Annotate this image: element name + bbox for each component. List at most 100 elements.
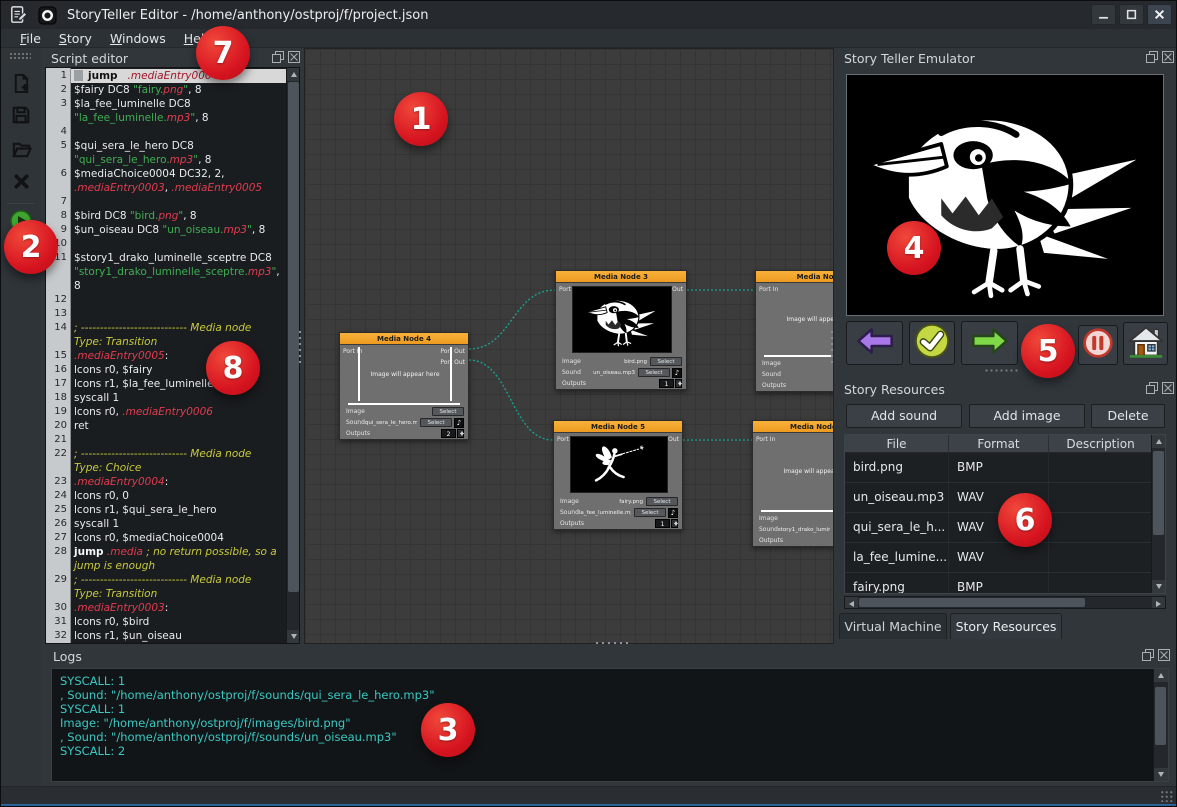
logs-output[interactable]: SYSCALL: 1, Sound: "/home/anthony/ostpro… <box>51 668 1169 782</box>
tab-virtual-machine[interactable]: Virtual Machine <box>839 613 947 639</box>
delete-button[interactable] <box>8 170 34 196</box>
media-node[interactable]: Media Node 3Port InPort OutImagebird.png… <box>555 270 687 390</box>
scroll-down-icon[interactable] <box>287 630 300 643</box>
field-value: un_oiseau.mp3 <box>593 370 635 376</box>
select-button[interactable]: Select <box>638 368 670 377</box>
line-number: 31 <box>46 615 71 629</box>
outputs-spinner[interactable]: 1 <box>659 379 674 388</box>
table-row[interactable]: bird.pngBMP <box>845 453 1165 483</box>
table-hscrollbar[interactable] <box>844 596 1166 609</box>
float-panel-icon[interactable] <box>1142 649 1154 661</box>
log-line: SYSCALL: 1 <box>52 674 1168 688</box>
pause-button[interactable] <box>1078 325 1118 365</box>
code-text: Type: Choice <box>71 461 286 475</box>
toolbar-drag-handle[interactable] <box>9 52 31 60</box>
scroll-left-icon[interactable] <box>845 597 858 608</box>
splitter-script-canvas[interactable] <box>297 329 303 363</box>
story-node-canvas[interactable]: Media Node 4Port InPort OutPort OutImage… <box>304 48 834 644</box>
line-number <box>46 279 71 293</box>
script-editor[interactable]: 1jump .mediaEntry00042$fairy DC8 "fairy.… <box>45 67 300 644</box>
field-label: Outputs <box>762 382 786 389</box>
scroll-up-icon[interactable] <box>1152 435 1166 448</box>
splitter-canvas-right[interactable] <box>829 329 835 363</box>
table-hscrollbar-thumb[interactable] <box>859 598 1085 607</box>
code-text <box>71 307 286 321</box>
float-panel-icon[interactable] <box>1146 382 1158 394</box>
table-scrollbar[interactable] <box>1151 435 1165 593</box>
ok-button[interactable] <box>909 321 955 365</box>
scroll-down-icon[interactable] <box>1152 580 1166 593</box>
select-button[interactable]: Select <box>634 508 666 517</box>
code-text: lcons r1, $un_oiseau <box>71 629 286 643</box>
column-header-file[interactable]: File <box>845 435 949 452</box>
fairy-image <box>574 440 664 490</box>
save-button[interactable] <box>8 104 34 130</box>
sound-field: Soundun_oiseau.mp3Select♪ <box>562 367 682 378</box>
annotation-circle-6: 6 <box>998 493 1052 547</box>
scroll-up-icon[interactable] <box>1154 669 1169 682</box>
scroll-right-icon[interactable] <box>1152 597 1165 608</box>
column-header-format[interactable]: Format <box>949 435 1049 452</box>
forward-button[interactable] <box>961 321 1018 365</box>
add-sound-button[interactable]: Add sound <box>846 404 962 428</box>
sound-preview-icon[interactable]: ♪ <box>454 418 464 428</box>
delete-resource-button[interactable]: Delete <box>1091 404 1165 428</box>
sound-preview-icon[interactable]: ♪ <box>668 508 678 518</box>
table-cell: la_fee_lumine... <box>845 543 949 572</box>
minimize-button[interactable] <box>1091 4 1116 25</box>
code-line: 8 <box>46 279 286 293</box>
scroll-up-icon[interactable] <box>287 68 300 81</box>
scroll-down-icon[interactable] <box>1154 768 1169 781</box>
maximize-button[interactable] <box>1119 4 1144 25</box>
menu-story[interactable]: Story <box>50 29 101 48</box>
logs-scrollbar-thumb[interactable] <box>1155 687 1166 745</box>
code-line: 11$story1_drako_luminelle_sceptre DC8 <box>46 251 286 265</box>
media-node[interactable]: Media NodePort InImage will appear hereI… <box>755 270 834 392</box>
media-node[interactable]: Media Node 6Port InImage will appear her… <box>752 420 834 547</box>
select-button[interactable]: Select <box>650 357 682 366</box>
table-row[interactable]: la_fee_lumine...WAV <box>845 543 1165 573</box>
home-button[interactable] <box>1123 322 1168 365</box>
spinner-arrows-icon[interactable] <box>675 379 682 388</box>
spinner-arrows-icon[interactable] <box>671 519 678 528</box>
close-panel-icon[interactable] <box>288 51 300 63</box>
close-button[interactable] <box>1147 4 1172 25</box>
menu-windows[interactable]: Windows <box>101 29 175 48</box>
select-button[interactable]: Select <box>432 407 464 416</box>
media-node[interactable]: Media Node 4Port InPort OutPort OutImage… <box>339 332 469 440</box>
close-panel-icon[interactable] <box>1162 382 1174 394</box>
float-panel-icon[interactable] <box>1146 51 1158 63</box>
close-panel-icon[interactable] <box>1162 51 1174 63</box>
code-line: .mediaEntry0003, .mediaEntry0005 <box>46 181 286 195</box>
new-file-button[interactable] <box>8 72 34 98</box>
tab-story-resources[interactable]: Story Resources <box>950 613 1062 639</box>
resize-grip[interactable] <box>1160 790 1174 802</box>
float-panel-icon[interactable] <box>272 51 284 63</box>
code-line: 28jump .media ; no return possible, so a <box>46 545 286 559</box>
column-header-description[interactable]: Description <box>1049 435 1153 452</box>
outputs-spinner[interactable]: 2 <box>441 429 456 438</box>
emulator-title: Story Teller Emulator <box>844 51 975 66</box>
back-button[interactable] <box>846 321 903 365</box>
code-text: $story1_drako_luminelle_sceptre DC8 <box>71 251 286 265</box>
table-row[interactable]: fairy.pngBMP <box>845 573 1165 594</box>
logs-scrollbar[interactable] <box>1153 669 1168 781</box>
table-cell <box>1049 483 1153 512</box>
sound-preview-icon[interactable]: ♪ <box>672 368 682 378</box>
spinner-arrows-icon[interactable] <box>457 429 464 438</box>
code-text: Type: Transition <box>71 587 286 601</box>
menu-file[interactable]: File <box>11 29 50 48</box>
select-button[interactable]: Select <box>420 418 452 427</box>
media-node[interactable]: Media Node 5Port InPort OutImagefairy.pn… <box>553 420 683 530</box>
window-titlebar[interactable]: StoryTeller Editor - /home/anthony/ostpr… <box>1 1 1177 29</box>
add-image-button[interactable]: Add image <box>969 404 1085 428</box>
close-panel-icon[interactable] <box>1158 649 1170 661</box>
code-line: 31lcons r0, $bird <box>46 615 286 629</box>
panel-splitter-handle[interactable] <box>984 368 1020 374</box>
table-cell: BMP <box>949 573 1049 594</box>
open-button[interactable] <box>8 138 34 164</box>
splitter-top-logs[interactable] <box>594 640 628 646</box>
select-button[interactable]: Select <box>646 497 678 506</box>
outputs-spinner[interactable]: 1 <box>655 519 670 528</box>
table-scrollbar-thumb[interactable] <box>1153 451 1164 535</box>
